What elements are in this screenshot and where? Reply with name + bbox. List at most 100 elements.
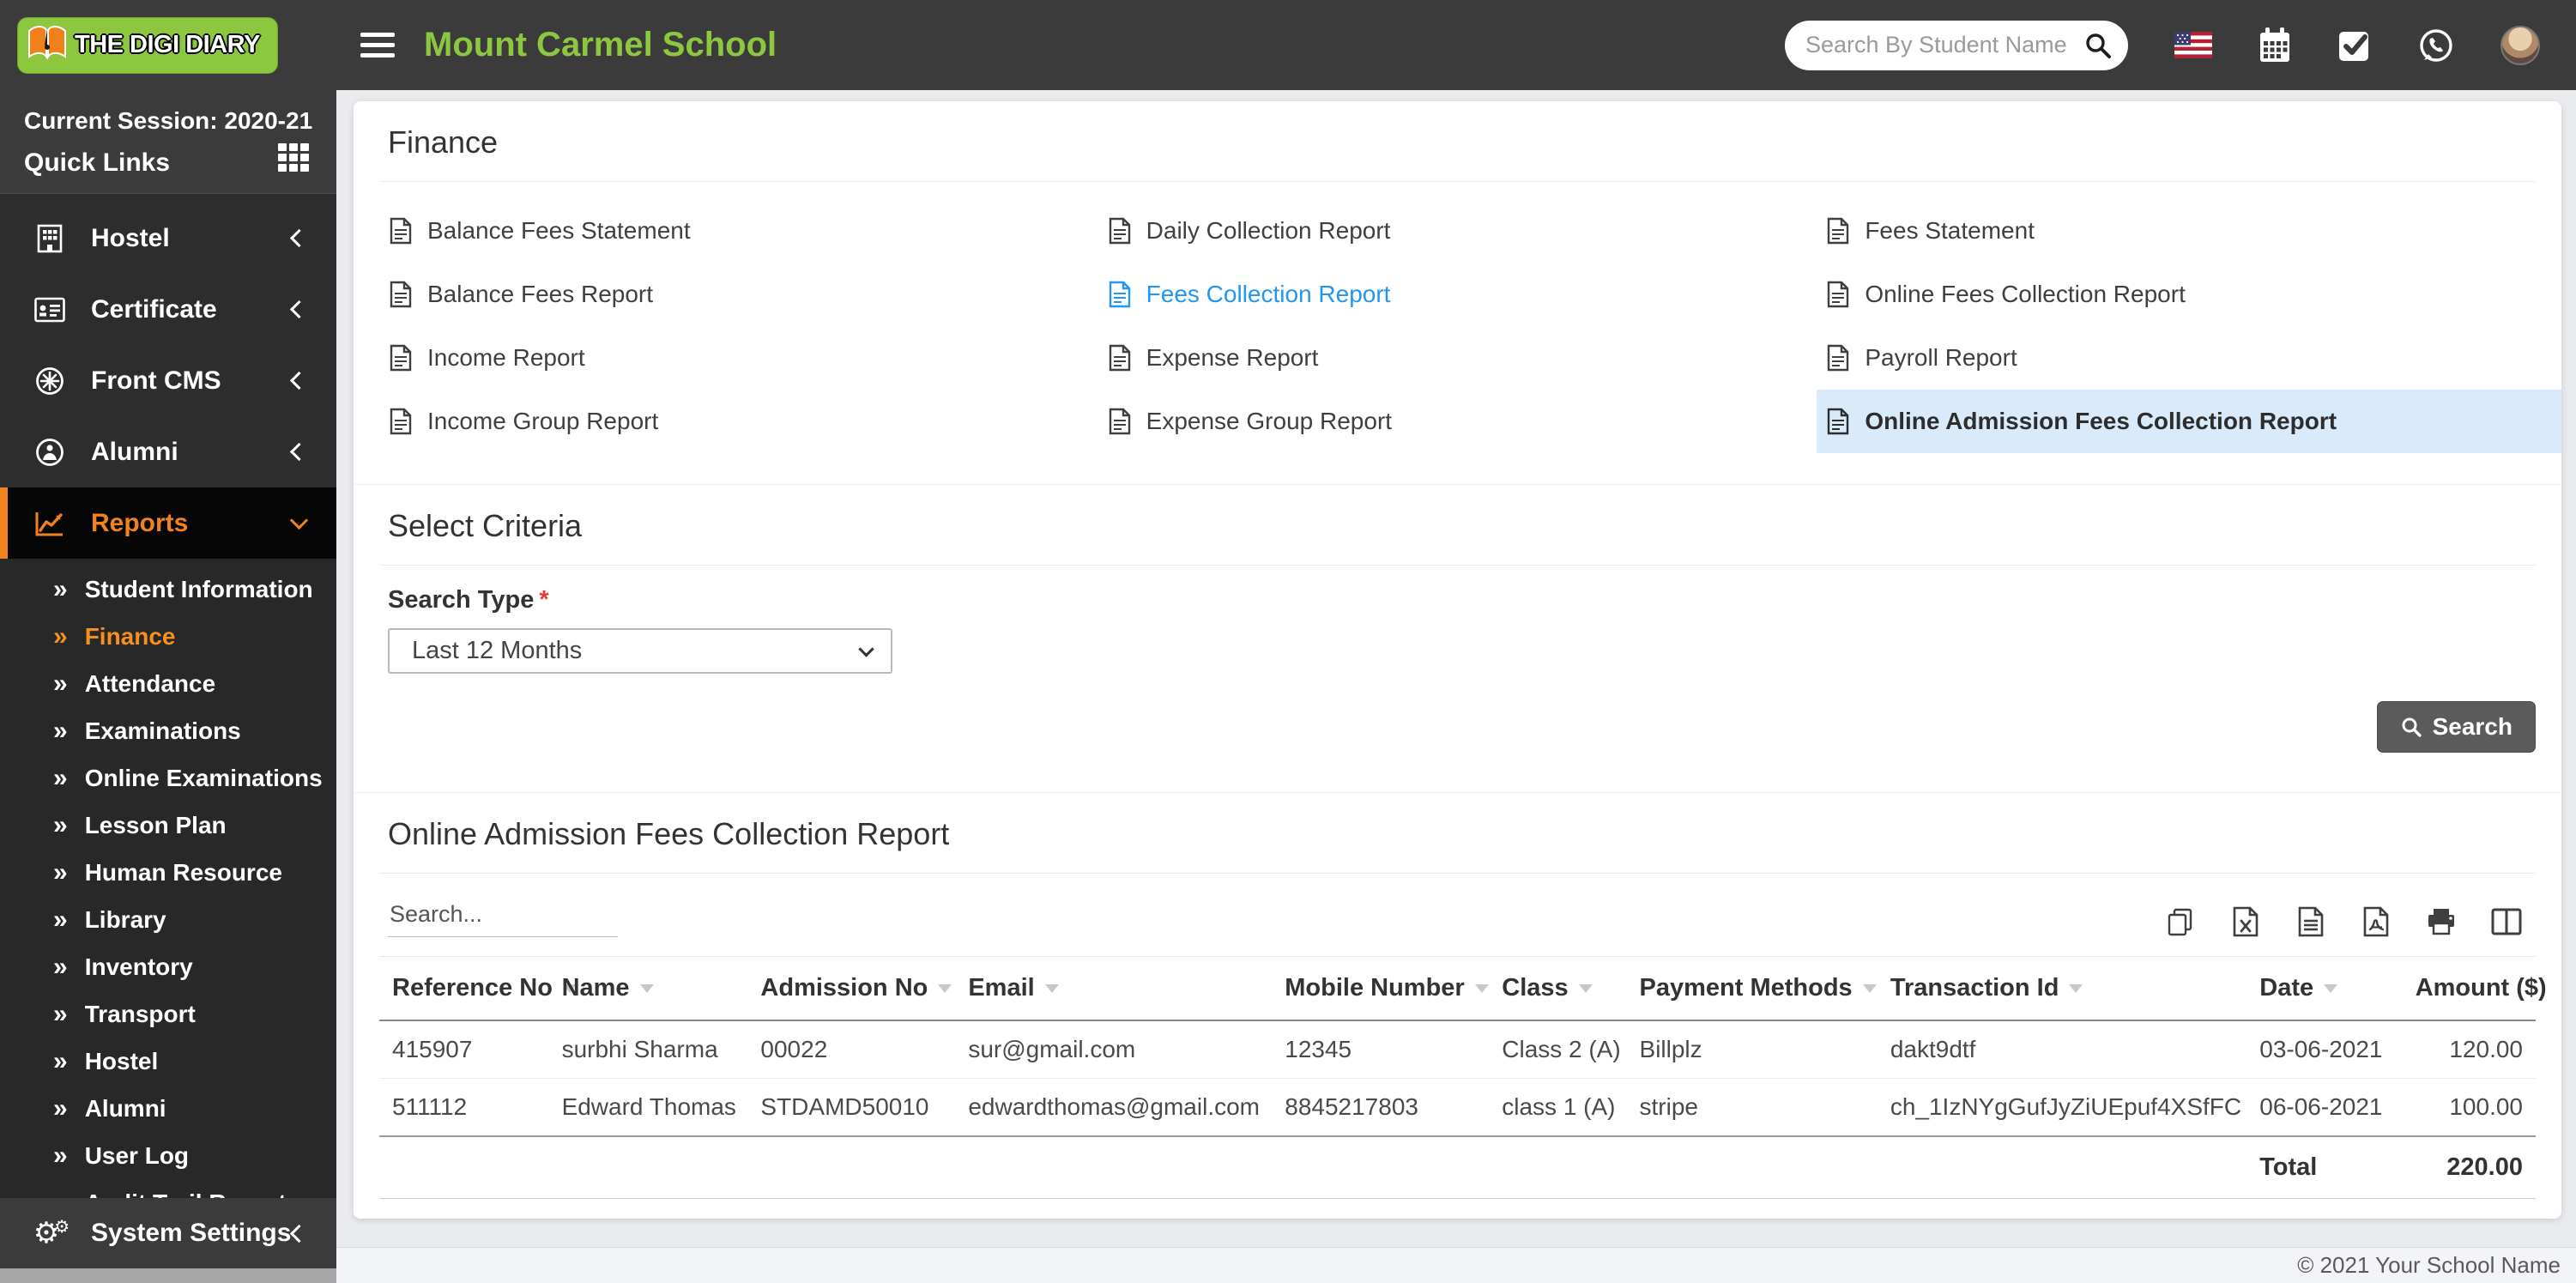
sidebar-item-label: Hostel	[91, 223, 170, 252]
file-text-icon[interactable]	[2295, 906, 2326, 937]
finance-title: Finance	[379, 101, 2536, 182]
sidebar-item-hostel[interactable]: Hostel	[0, 203, 336, 274]
link-online-admission-fees-collection-report[interactable]: Online Admission Fees Collection Report	[1817, 390, 2561, 453]
link-fees-collection-report[interactable]: Fees Collection Report	[1098, 263, 1817, 326]
table-row[interactable]: 511112 Edward Thomas STDAMD50010 edwardt…	[379, 1078, 2536, 1137]
table-search-input[interactable]	[388, 896, 618, 937]
submenu-label: Online Examinations	[84, 764, 323, 791]
link-expense-group-report[interactable]: Expense Group Report	[1098, 390, 1817, 453]
pdf-icon[interactable]	[2361, 906, 2392, 937]
sort-icon[interactable]	[1862, 984, 1877, 994]
search-icon[interactable]	[2083, 31, 2113, 60]
cell-payment-method: Billplz	[1626, 1020, 1878, 1079]
select-criteria-title: Select Criteria	[379, 485, 2536, 566]
user-avatar[interactable]	[2500, 25, 2540, 65]
submenu-item-transport[interactable]: » Transport	[0, 990, 336, 1038]
cell-transaction-id: ch_1IzNYgGufJyZiUEpuf4XSfFC	[1877, 1078, 2247, 1137]
search-type-select[interactable]: Last 12 Months	[388, 628, 892, 674]
col-mobile-number[interactable]: Mobile Number	[1272, 956, 1490, 1021]
menu-toggle-icon[interactable]	[360, 33, 395, 57]
sidebar-item-reports[interactable]: Reports	[0, 487, 336, 559]
table-row[interactable]: 415907 surbhi Sharma 00022 sur@gmail.com…	[379, 1020, 2536, 1079]
link-payroll-report[interactable]: Payroll Report	[1817, 326, 2536, 390]
cell-email: edwardthomas@gmail.com	[955, 1078, 1273, 1137]
col-transaction-id[interactable]: Transaction Id	[1877, 956, 2247, 1021]
link-expense-report[interactable]: Expense Report	[1098, 326, 1817, 390]
quick-links-grid-icon[interactable]	[278, 143, 309, 172]
link-income-report[interactable]: Income Report	[379, 326, 1098, 390]
link-daily-collection-report[interactable]: Daily Collection Report	[1098, 199, 1817, 263]
logo-area[interactable]: THE DIGI DIARY	[0, 0, 336, 90]
link-fees-statement[interactable]: Fees Statement	[1817, 199, 2536, 263]
col-name[interactable]: Name	[548, 956, 748, 1021]
table-search[interactable]	[388, 896, 618, 937]
sort-icon[interactable]	[1578, 984, 1593, 994]
double-chevron-icon: »	[53, 810, 68, 839]
submenu-item-library[interactable]: » Library	[0, 896, 336, 943]
link-label: Online Admission Fees Collection Report	[1865, 408, 2337, 434]
submenu-item-online-examinations[interactable]: » Online Examinations	[0, 754, 336, 802]
submenu-item-human-resource[interactable]: » Human Resource	[0, 849, 336, 896]
submenu-item-alumni[interactable]: » Alumni	[0, 1085, 336, 1132]
col-payment-methods[interactable]: Payment Methods	[1626, 956, 1878, 1021]
sidebar-item-system-settings[interactable]: ⚙ ⚙ System Settings	[0, 1198, 336, 1268]
sidebar-item-label: Front CMS	[91, 366, 221, 395]
search-button[interactable]: Search	[2376, 701, 2536, 753]
sort-icon[interactable]	[938, 984, 952, 994]
col-class[interactable]: Class	[1489, 956, 1627, 1021]
calendar-icon[interactable]	[2259, 27, 2291, 64]
columns-icon[interactable]	[2491, 906, 2522, 937]
submenu-item-attendance[interactable]: » Attendance	[0, 660, 336, 707]
double-chevron-icon: »	[53, 621, 68, 651]
link-balance-fees-report[interactable]: Balance Fees Report	[379, 263, 1098, 326]
copy-icon[interactable]	[2165, 906, 2196, 937]
sort-icon[interactable]	[1044, 984, 1059, 994]
link-income-group-report[interactable]: Income Group Report	[379, 390, 1098, 453]
double-chevron-icon: »	[53, 1046, 68, 1075]
submenu-item-student-information[interactable]: » Student Information	[0, 566, 336, 613]
submenu-item-inventory[interactable]: » Inventory	[0, 943, 336, 990]
submenu-label: Transport	[84, 1000, 196, 1027]
chevron-left-icon	[289, 228, 309, 248]
link-label: Fees Statement	[1865, 217, 2035, 244]
double-chevron-icon: »	[53, 669, 68, 698]
submenu-item-hostel[interactable]: » Hostel	[0, 1038, 336, 1085]
sort-icon[interactable]	[1474, 984, 1489, 994]
file-icon	[390, 344, 412, 372]
student-search-input[interactable]	[1805, 32, 2083, 58]
submenu-item-user-log[interactable]: » User Log	[0, 1132, 336, 1179]
sort-icon[interactable]	[2324, 984, 2338, 994]
student-search[interactable]	[1785, 20, 2128, 70]
double-chevron-icon: »	[53, 716, 68, 745]
sort-icon[interactable]	[2069, 984, 2083, 994]
sort-icon[interactable]	[639, 984, 654, 994]
col-reference-no[interactable]: Reference No	[379, 956, 577, 1021]
col-admission-no[interactable]: Admission No	[747, 956, 956, 1021]
excel-icon[interactable]	[2230, 906, 2261, 937]
link-online-fees-collection-report[interactable]: Online Fees Collection Report	[1817, 263, 2536, 326]
col-date[interactable]: Date	[2246, 956, 2403, 1021]
submenu-item-lesson-plan[interactable]: » Lesson Plan	[0, 802, 336, 849]
print-icon[interactable]	[2426, 906, 2457, 937]
cell-class: Class 2 (A)	[1489, 1020, 1627, 1079]
total-label: Total	[2246, 1136, 2403, 1199]
sidebar: Current Session: 2020-21 Quick Links Hos…	[0, 90, 336, 1283]
search-icon	[2402, 717, 2422, 737]
cell-mobile-number: 8845217803	[1272, 1078, 1490, 1137]
cell-name: surbhi Sharma	[548, 1020, 748, 1079]
submenu-item-finance[interactable]: » Finance	[0, 613, 336, 660]
file-icon	[1828, 217, 1849, 245]
submenu-item-examinations[interactable]: » Examinations	[0, 707, 336, 754]
cell-payment-method: stripe	[1626, 1078, 1878, 1137]
double-chevron-icon: »	[53, 763, 68, 792]
sidebar-item-alumni[interactable]: Alumni	[0, 416, 336, 487]
whatsapp-icon[interactable]	[2418, 27, 2454, 64]
user-icon	[31, 438, 69, 467]
col-email[interactable]: Email	[955, 956, 1273, 1021]
tasks-icon[interactable]	[2337, 28, 2372, 63]
link-balance-fees-statement[interactable]: Balance Fees Statement	[379, 199, 1098, 263]
sidebar-item-certificate[interactable]: Certificate	[0, 274, 336, 345]
sidebar-item-front-cms[interactable]: Front CMS	[0, 345, 336, 416]
total-amount: 220.00	[2402, 1136, 2536, 1199]
us-flag-icon[interactable]	[2174, 32, 2212, 58]
